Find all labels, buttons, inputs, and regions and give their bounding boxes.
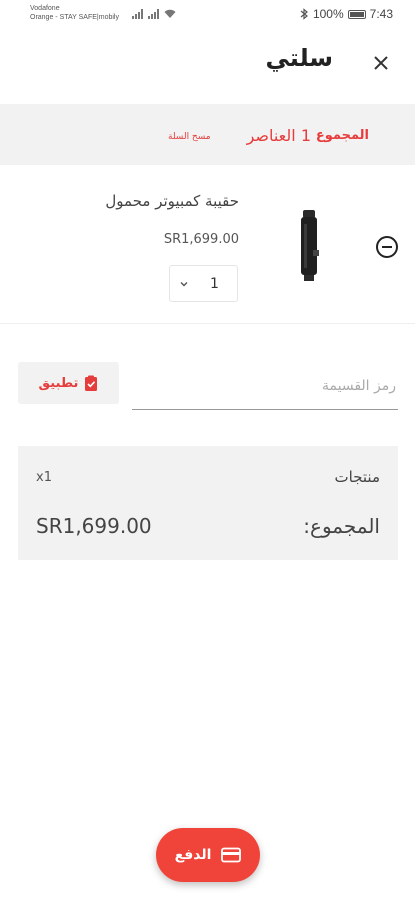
product-name[interactable]: حقيبة كمبيوتر محمول xyxy=(105,192,239,210)
totals-card: منتجات x1 المجموع: SR1,699.00 xyxy=(18,446,398,560)
checkout-button[interactable]: الدفع xyxy=(156,828,260,882)
close-icon xyxy=(374,56,388,70)
cart-summary-band: المجموع 1 العناصر مسح السلة xyxy=(0,104,415,165)
apply-label: تطبيق xyxy=(38,375,79,391)
battery-icon xyxy=(347,9,366,19)
carrier-line-1: Vodafone xyxy=(30,5,60,12)
products-quantity: x1 xyxy=(36,470,52,485)
coupon-field xyxy=(132,362,398,410)
battery-percent: 100% xyxy=(312,7,344,21)
items-count: 1 العناصر xyxy=(246,126,311,145)
clock: 7:43 xyxy=(369,7,393,21)
clear-cart-link[interactable]: مسح السلة xyxy=(168,132,211,142)
sum-value: SR1,699.00 xyxy=(36,514,152,538)
status-right: 100% 7:43 xyxy=(300,7,393,21)
close-button[interactable] xyxy=(366,48,396,78)
quantity-select[interactable]: 1 xyxy=(169,265,238,302)
carrier-info: Vodafone Orange - STAY SAFE|mobily xyxy=(30,4,119,22)
credit-card-icon xyxy=(221,847,242,863)
cart-item: حقيبة كمبيوتر محمول SR1,699.00 1 xyxy=(0,166,415,324)
coupon-input[interactable] xyxy=(132,362,398,409)
product-price: SR1,699.00 xyxy=(163,232,239,247)
clipboard-check-icon xyxy=(85,375,98,391)
signal-icon xyxy=(132,9,143,19)
signal-icon xyxy=(148,9,159,19)
status-bar: Vodafone Orange - STAY SAFE|mobily 100% … xyxy=(0,0,415,32)
app-header: سلتي xyxy=(0,38,415,88)
chevron-down-icon xyxy=(180,282,188,287)
products-label: منتجات xyxy=(334,468,380,486)
wifi-icon xyxy=(164,9,176,19)
signal-icons xyxy=(132,9,176,19)
apply-coupon-button[interactable]: تطبيق xyxy=(18,362,119,404)
sum-label: المجموع: xyxy=(303,514,380,538)
quantity-value: 1 xyxy=(210,276,219,292)
summary-total-label: المجموع xyxy=(315,128,369,143)
carrier-line-2: Orange - STAY SAFE|mobily xyxy=(30,14,119,21)
remove-item-button[interactable] xyxy=(376,236,398,258)
checkout-label: الدفع xyxy=(174,847,212,863)
product-image xyxy=(296,210,322,282)
bluetooth-icon xyxy=(300,8,308,20)
page-title: سلتي xyxy=(265,44,333,72)
